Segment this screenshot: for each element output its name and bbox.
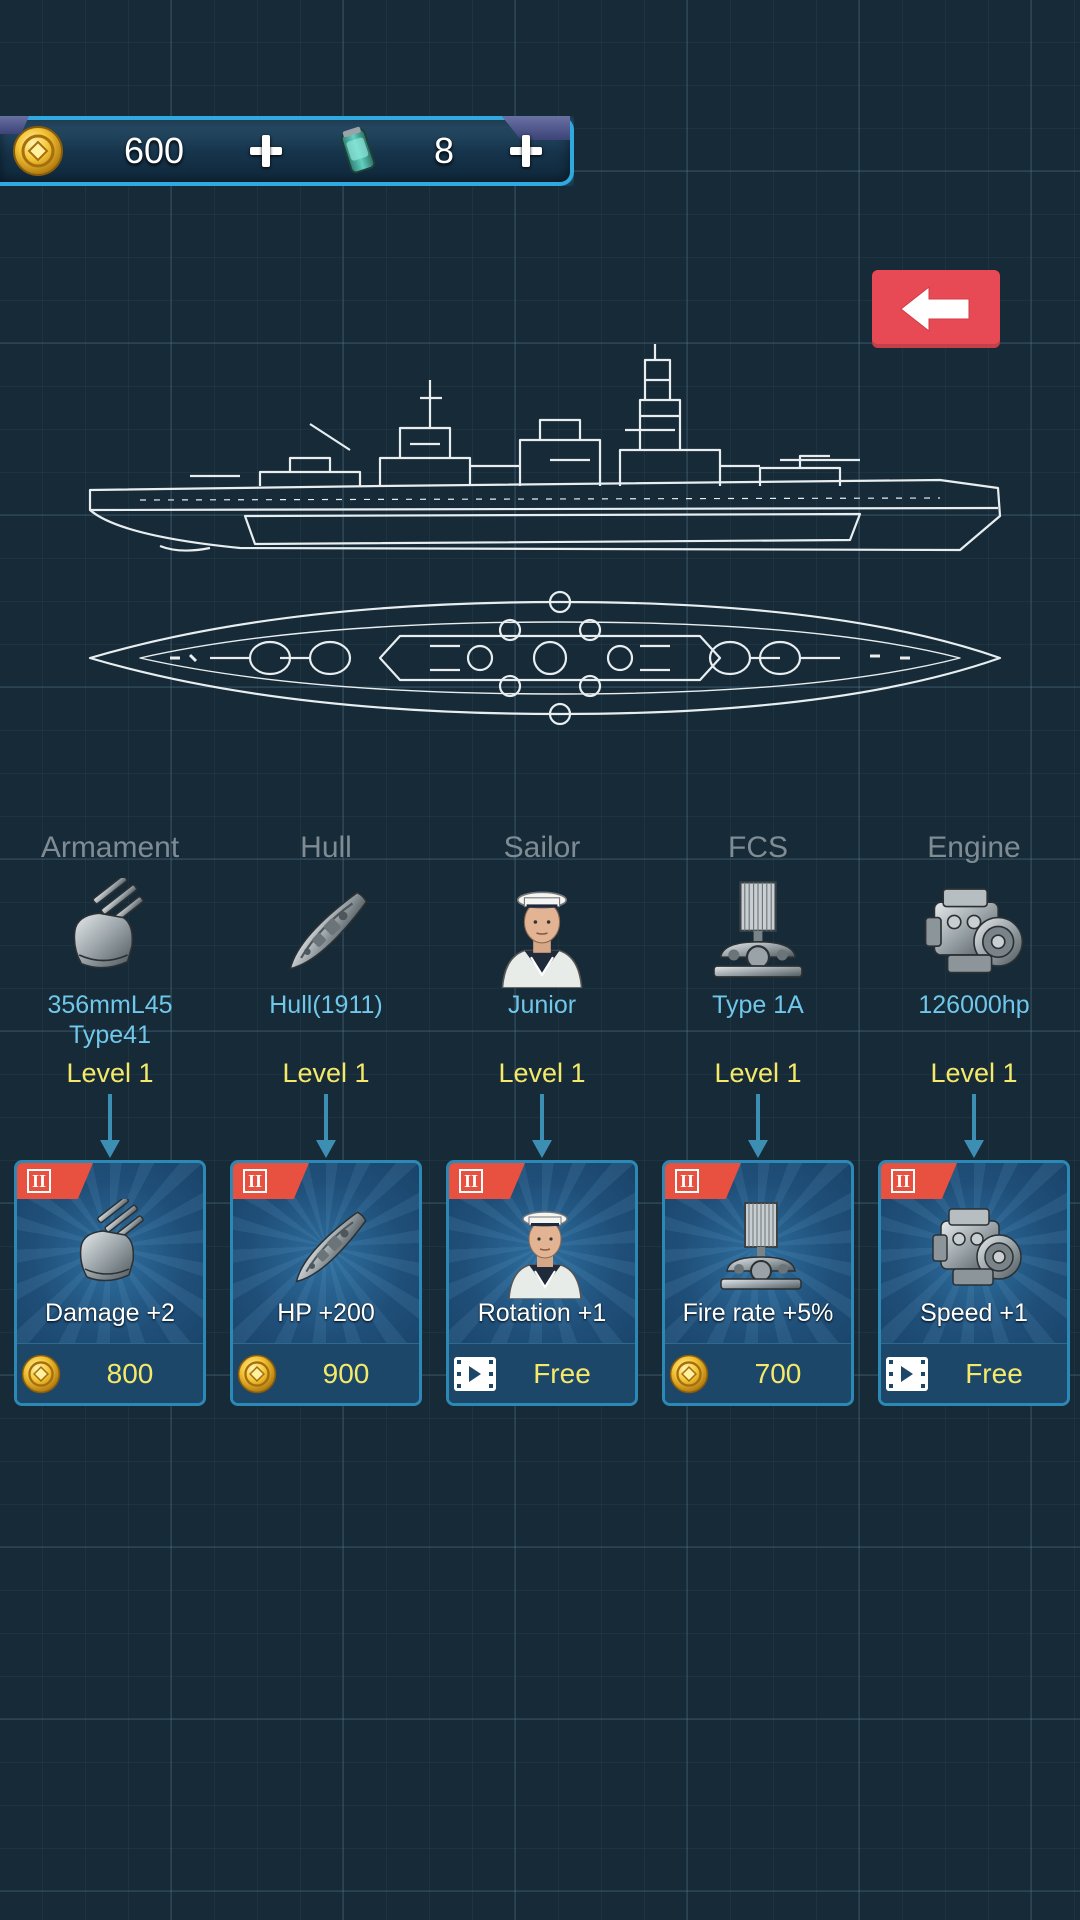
category-title: Sailor <box>503 831 581 864</box>
level-label: Level 1 <box>498 1058 586 1088</box>
currency-bar: 600 8 <box>0 116 574 186</box>
fuel-count: 8 <box>434 130 455 171</box>
watch-video-button[interactable]: Free <box>881 1343 1067 1403</box>
upgrade-effect: HP +200 <box>277 1299 375 1327</box>
upgrade-effect: Rotation +1 <box>477 1299 607 1327</box>
item-name-text: 356mmL45 Type41 <box>47 991 173 1049</box>
category-title: Armament <box>40 831 180 864</box>
level-label: Level 1 <box>66 1058 154 1088</box>
upgrade-price: 800 <box>106 1358 154 1389</box>
cannon-turret-icon <box>55 878 165 988</box>
upgrade-effect: Damage +2 <box>45 1299 175 1327</box>
category-engine: Engine 126000hp Level 1 <box>866 820 1080 1160</box>
radar-fcs-icon <box>711 1199 811 1299</box>
arrow-down-icon <box>316 1094 336 1158</box>
tier-badge: II <box>27 1169 51 1193</box>
category-title: FCS <box>728 831 788 864</box>
level-label: Level 1 <box>930 1058 1018 1088</box>
gold-coin-icon <box>669 1354 709 1394</box>
upgrade-card-hull[interactable]: II HP +200 900 <box>230 1160 422 1406</box>
upgrade-price: Free <box>965 1358 1023 1389</box>
upgrade-effect: Speed +1 <box>920 1299 1028 1327</box>
fuel-balance-display: 8 <box>434 120 454 182</box>
arrow-left-icon <box>900 285 970 333</box>
tier-badge: II <box>675 1169 699 1193</box>
level-label: Level 1 <box>714 1058 802 1088</box>
gold-coin-icon <box>21 1354 61 1394</box>
category-hull: Hull Hull(1911) Level 1 <box>218 820 434 1160</box>
engine-icon <box>927 1199 1027 1299</box>
category-fcs: FCS Type 1A Level 1 <box>650 820 866 1160</box>
upgrade-card-fcs[interactable]: II Fire rate +5% 700 <box>662 1160 854 1406</box>
add-coins-button[interactable] <box>246 131 286 171</box>
upgrade-card-armament[interactable]: II Damage +2 800 <box>14 1160 206 1406</box>
tier-badge: II <box>459 1169 483 1193</box>
upgrade-price-button[interactable]: 700 <box>665 1343 851 1403</box>
sailor-icon <box>487 878 597 988</box>
upgrade-card-engine[interactable]: II Speed +1 Free <box>878 1160 1070 1406</box>
upgrade-price: 900 <box>322 1358 370 1389</box>
item-name: Hull(1911) <box>269 991 383 1019</box>
back-button[interactable] <box>872 270 1000 348</box>
coin-balance-display: 600 <box>124 120 184 182</box>
arrow-down-icon <box>964 1094 984 1158</box>
tier-badge: II <box>243 1169 267 1193</box>
arrow-down-icon <box>100 1094 120 1158</box>
upgrade-price-button[interactable]: 800 <box>17 1343 203 1403</box>
item-name: Junior <box>507 991 577 1019</box>
category-title: Engine <box>927 831 1021 864</box>
battleship-blueprint <box>88 344 1002 726</box>
category-sailor: Sailor Junior Level 1 <box>434 820 650 1160</box>
coin-count: 600 <box>124 130 185 171</box>
item-name: Type 1A <box>712 991 804 1019</box>
ship-hull-icon <box>279 1199 379 1299</box>
tier-badge: II <box>891 1169 915 1193</box>
radar-fcs-icon <box>703 878 813 988</box>
upgrade-price: 700 <box>754 1358 802 1389</box>
ship-hull-icon <box>271 878 381 988</box>
gold-coin-icon <box>12 125 64 177</box>
level-label: Level 1 <box>282 1058 370 1088</box>
item-name: 356mmL45 Type41 <box>2 990 218 1052</box>
add-fuel-button[interactable] <box>506 131 546 171</box>
cannon-turret-icon <box>63 1199 163 1299</box>
fuel-balance <box>332 120 384 182</box>
gold-coin-icon <box>237 1354 277 1394</box>
arrow-down-icon <box>532 1094 552 1158</box>
fuel-canister-icon <box>332 125 384 177</box>
upgrade-price-button[interactable]: 900 <box>233 1343 419 1403</box>
category-armament: Armament 356mmL45 Type41 Level 1 <box>2 820 218 1160</box>
upgrade-price: Free <box>533 1358 591 1389</box>
upgrade-effect: Fire rate +5% <box>682 1299 834 1327</box>
watch-video-button[interactable]: Free <box>449 1343 635 1403</box>
sailor-icon <box>495 1199 595 1299</box>
engine-icon <box>919 878 1029 988</box>
upgrade-card-sailor[interactable]: II Rotation +1 Free <box>446 1160 638 1406</box>
coin-balance <box>12 120 64 182</box>
arrow-down-icon <box>748 1094 768 1158</box>
item-name: 126000hp <box>918 991 1030 1019</box>
category-title: Hull <box>300 831 352 864</box>
